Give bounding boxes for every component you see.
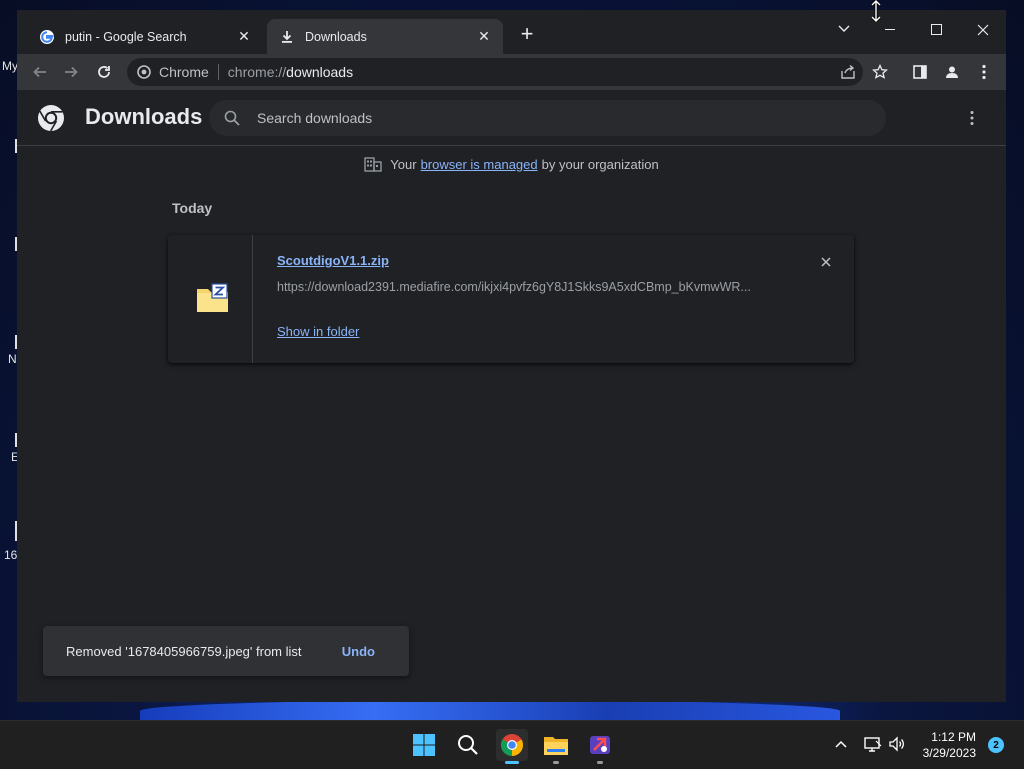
start-icon[interactable] [408,729,440,761]
notification-badge[interactable]: 2 [988,737,1004,753]
managed-notice: Your browser is managed by your organiza… [17,156,1006,172]
profile-icon[interactable] [939,59,965,85]
bookmark-star-icon[interactable] [867,59,893,85]
search-downloads-input[interactable] [255,109,859,127]
active-app-indicator [505,761,519,764]
chevron-up-icon[interactable] [830,733,852,755]
back-button[interactable] [27,59,53,85]
toast-message: Removed '1678405966759.jpeg' from list [66,643,302,659]
windows-taskbar: 1:12 PM 3/29/2023 2 [0,720,1024,769]
site-chip-label: Chrome [159,64,209,80]
file-explorer-icon[interactable] [540,729,572,764]
running-app-indicator [597,761,603,764]
new-tab-button[interactable]: + [515,23,539,47]
managed-suffix: by your organization [541,156,659,172]
building-icon [364,157,382,172]
tab-title: putin - Google Search [65,29,187,44]
chrome-icon [137,65,151,79]
downloaded-file-link[interactable]: ScoutdigoV1.1.zip [277,253,389,268]
close-icon[interactable]: ✕ [473,26,495,48]
app-icon[interactable] [584,729,616,764]
chrome-icon[interactable] [496,729,528,764]
resize-cursor-icon [870,0,882,22]
browser-toolbar: Chrome chrome://downloads [17,54,1006,90]
tab-downloads[interactable]: Downloads ✕ [267,19,503,54]
side-panel-icon[interactable] [907,59,933,85]
wallpaper-bloom [140,700,840,722]
chrome-logo-icon [38,105,64,132]
search-icon[interactable] [452,729,484,761]
search-downloads-box[interactable] [209,100,886,136]
close-icon[interactable]: ✕ [233,26,255,48]
site-info-chip[interactable]: Chrome [127,64,209,80]
desktop-icon-label: 16 [4,548,18,562]
downloads-header: Downloads [17,90,1006,146]
download-icon [279,29,295,45]
chrome-menu-icon[interactable] [971,59,997,85]
share-icon[interactable] [835,59,861,85]
show-in-folder-link[interactable]: Show in folder [277,324,359,339]
tab-search-icon[interactable] [833,18,855,40]
forward-button[interactable] [58,59,84,85]
date-section-label: Today [172,200,213,216]
managed-prefix: Your [390,156,417,172]
more-actions-icon[interactable] [961,107,983,129]
tab-google-search[interactable]: putin - Google Search ✕ [29,19,263,54]
undo-button[interactable]: Undo [342,644,375,659]
desktop-icon-label: N [8,352,17,366]
chrome-window: putin - Google Search ✕ Downloads ✕ + Ch… [17,10,1006,702]
system-clock[interactable]: 1:12 PM 3/29/2023 [914,729,976,761]
maximize-button[interactable] [914,16,960,44]
running-app-indicator [553,761,559,764]
desktop-icon-label: My [2,59,18,73]
address-bar[interactable]: Chrome chrome://downloads [127,58,863,86]
close-window-button[interactable] [960,16,1006,44]
removed-toast: Removed '1678405966759.jpeg' from list U… [43,626,409,676]
tab-title: Downloads [305,29,367,44]
search-icon [222,108,242,128]
download-item: ScoutdigoV1.1.zip https://download2391.m… [168,235,854,363]
url-text: chrome://downloads [227,64,354,80]
volume-icon[interactable] [886,733,908,755]
network-icon[interactable] [862,733,884,755]
downloads-page: Downloads Your browser is managed by [17,90,1006,702]
clock-date: 3/29/2023 [922,746,976,760]
omnibox-divider [217,64,219,80]
zip-file-icon [197,283,228,312]
download-item-icon-column [168,235,253,363]
reload-button[interactable] [91,59,117,85]
tab-strip: putin - Google Search ✕ Downloads ✕ + [17,10,1006,54]
remove-download-icon[interactable] [815,251,837,273]
google-icon [39,29,55,45]
clock-time: 1:12 PM [931,730,976,744]
download-source-url[interactable]: https://download2391.mediafire.com/ikjxi… [277,280,777,294]
browser-managed-link[interactable]: browser is managed [421,157,538,172]
page-title: Downloads [85,104,203,129]
